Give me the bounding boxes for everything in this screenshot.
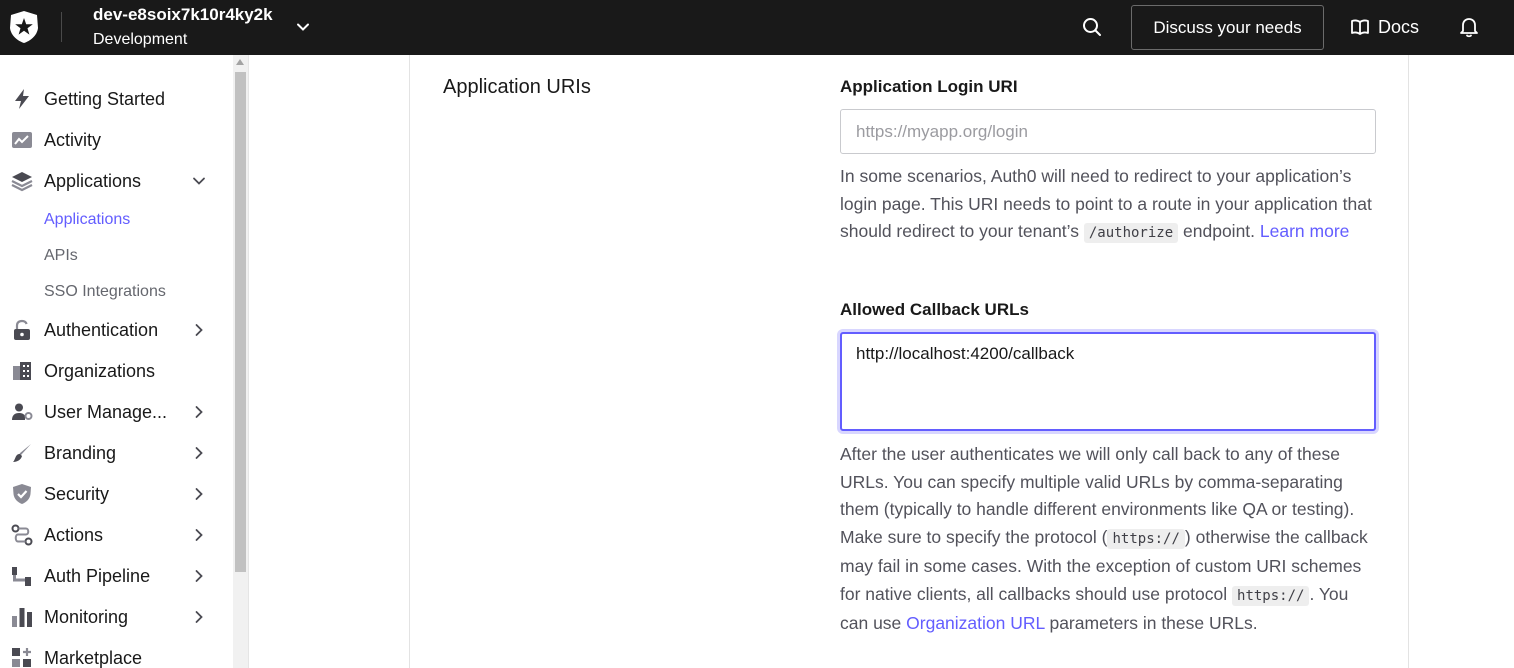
sidebar-item-organizations[interactable]: Organizations: [0, 353, 233, 389]
organization-url-link[interactable]: Organization URL: [906, 613, 1044, 633]
flow-icon: [10, 523, 34, 547]
sidebar-subitem-sso-integrations[interactable]: SSO Integrations: [44, 283, 166, 301]
sidebar-item-branding[interactable]: Branding: [0, 435, 233, 471]
authorize-code: /authorize: [1083, 223, 1179, 243]
login-uri-input[interactable]: [840, 109, 1376, 154]
sidebar-item-monitoring[interactable]: Monitoring: [0, 599, 233, 635]
sidebar-subitem-apis[interactable]: APIs: [44, 247, 78, 265]
callback-urls-textarea[interactable]: http://localhost:4200/callback: [840, 332, 1376, 431]
sidebar-item-marketplace[interactable]: Marketplace: [0, 640, 233, 668]
sidebar-item-security[interactable]: Security: [0, 476, 233, 512]
chevron-right-icon: [195, 529, 203, 541]
layers-icon: [10, 169, 34, 193]
sidebar-item-label: Getting Started: [44, 88, 166, 109]
sidebar-item-authentication[interactable]: Authentication: [0, 312, 233, 348]
sidebar-item-label: User Manage...: [44, 401, 168, 422]
learn-more-link[interactable]: Learn more: [1260, 221, 1350, 241]
discuss-your-needs-button[interactable]: Discuss your needs: [1131, 5, 1324, 50]
sidebar-item-label: Actions: [44, 524, 104, 545]
sidebar-subitem-applications[interactable]: Applications: [44, 211, 130, 229]
sidebar-item-label: Monitoring: [44, 606, 129, 627]
book-icon: [1351, 19, 1369, 35]
chevron-down-icon: [193, 177, 205, 185]
scrollbar-thumb[interactable]: [235, 72, 246, 572]
user-gear-icon: [10, 400, 34, 424]
tenant-chevron-down-icon[interactable]: [294, 18, 312, 36]
login-uri-label: Application Login URI: [840, 77, 1018, 96]
docs-link[interactable]: Docs: [1350, 14, 1419, 40]
login-uri-help-text: In some scenarios, Auth0 will need to re…: [840, 163, 1380, 248]
bolt-icon: [10, 87, 34, 111]
sidebar-item-label: Organizations: [44, 360, 156, 381]
sidebar-item-label: Activity: [44, 129, 102, 150]
top-bar: dev-e8soix7k10r4ky2k Development Discuss…: [0, 0, 1514, 55]
chevron-right-icon: [195, 406, 203, 418]
bar-chart-icon: [10, 605, 34, 629]
section-title: Application URIs: [443, 76, 591, 98]
sidebar-item-applications[interactable]: Applications: [0, 163, 233, 199]
chevron-right-icon: [195, 488, 203, 500]
callback-urls-help-text: After the user authenticates we will onl…: [840, 441, 1380, 638]
sidebar-item-label: Applications: [44, 170, 142, 191]
sidebar-item-activity[interactable]: Activity: [0, 122, 233, 158]
sidebar-item-user-management[interactable]: User Manage...: [0, 394, 233, 430]
tenant-environment: Development: [93, 31, 188, 48]
callback-urls-label: Allowed Callback URLs: [840, 300, 1029, 319]
main-content: Application URIs Application Login URI I…: [249, 55, 1514, 668]
trend-chart-icon: [10, 128, 34, 152]
sidebar-item-label: Auth Pipeline: [44, 565, 151, 586]
https-code: https://: [1107, 528, 1185, 549]
sidebar-item-label: Marketplace: [44, 647, 143, 668]
sidebar-item-label: Authentication: [44, 319, 159, 340]
help-text-segment: endpoint.: [1178, 221, 1260, 241]
application-uris-card: Application URIs Application Login URI I…: [409, 55, 1409, 668]
sidebar-item-auth-pipeline[interactable]: Auth Pipeline: [0, 558, 233, 594]
pipeline-icon: [10, 564, 34, 588]
grid-plus-icon: [10, 646, 34, 668]
building-icon: [10, 359, 34, 383]
chevron-right-icon: [195, 324, 203, 336]
sidebar-scrollbar[interactable]: [233, 55, 248, 668]
chevron-right-icon: [195, 570, 203, 582]
brush-icon: [10, 441, 34, 465]
sidebar-item-label: Branding: [44, 442, 117, 463]
https-code: https://: [1232, 585, 1310, 606]
chevron-right-icon: [195, 447, 203, 459]
auth0-logo-icon[interactable]: [8, 10, 40, 44]
help-text-segment: parameters in these URLs.: [1044, 613, 1258, 633]
sidebar-item-label: Security: [44, 483, 110, 504]
header-divider: [61, 12, 62, 42]
shield-icon: [10, 482, 34, 506]
sidebar-item-actions[interactable]: Actions: [0, 517, 233, 553]
tenant-name[interactable]: dev-e8soix7k10r4ky2k: [93, 5, 273, 25]
lock-icon: [10, 318, 34, 342]
sidebar: Getting Started Activity Applications Ap…: [0, 55, 233, 668]
sidebar-item-getting-started[interactable]: Getting Started: [0, 81, 233, 117]
search-icon[interactable]: [1080, 15, 1104, 39]
chevron-right-icon: [195, 611, 203, 623]
scroll-up-arrow-icon[interactable]: [236, 59, 244, 65]
docs-label: Docs: [1378, 16, 1420, 37]
bell-icon[interactable]: [1458, 15, 1480, 39]
